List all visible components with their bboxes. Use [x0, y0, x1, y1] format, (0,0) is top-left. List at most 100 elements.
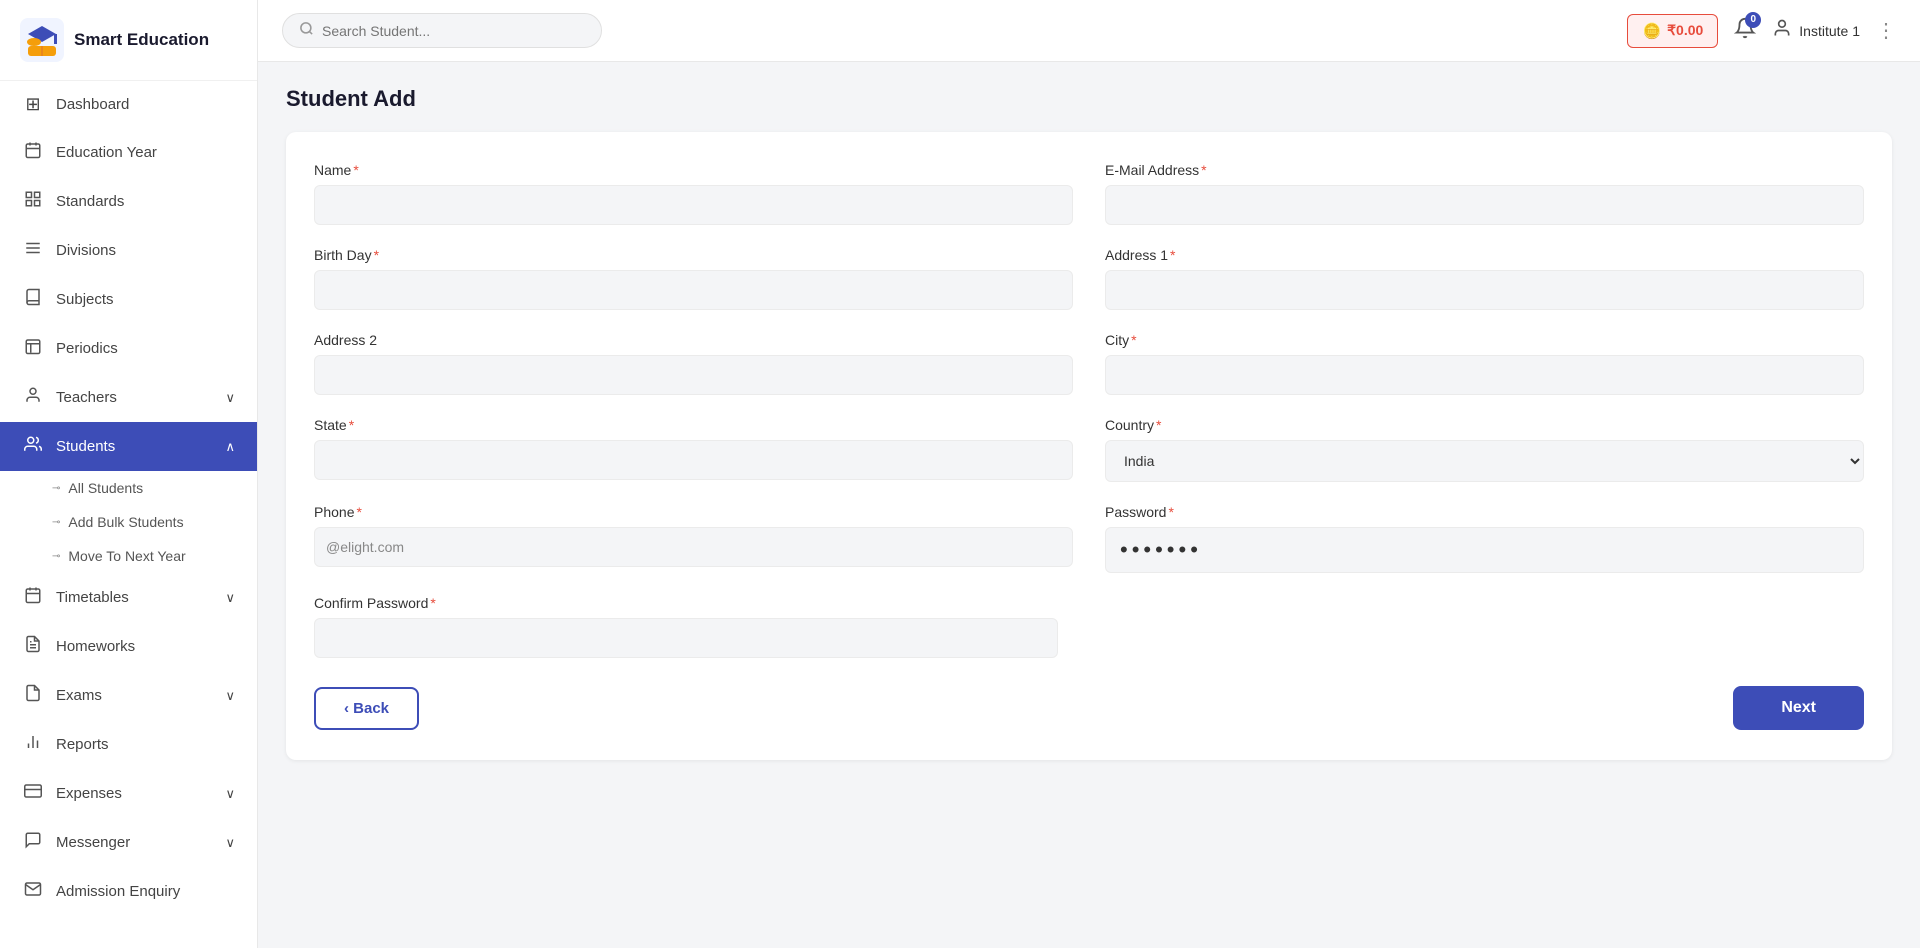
- calendar-icon: [22, 141, 44, 164]
- user-info[interactable]: Institute 1: [1772, 18, 1860, 44]
- city-input[interactable]: [1105, 355, 1864, 395]
- sidebar-item-students[interactable]: Students ∧: [0, 422, 257, 471]
- sidebar-item-expenses[interactable]: Expenses ∨: [0, 769, 257, 818]
- page-title: Student Add: [286, 86, 1892, 112]
- messenger-icon: [22, 831, 44, 854]
- sidebar-item-expenses-label: Expenses: [56, 785, 122, 802]
- address2-field-group: Address 2: [314, 332, 1073, 395]
- address1-required: *: [1170, 247, 1175, 263]
- birthday-input[interactable]: [314, 270, 1073, 310]
- notification-button[interactable]: 0: [1734, 17, 1756, 45]
- wallet-icon: 🪙: [1642, 22, 1661, 40]
- sidebar-item-standards[interactable]: Standards: [0, 177, 257, 226]
- timetables-icon: [22, 586, 44, 609]
- password-field-group: Password* •••••••: [1105, 504, 1864, 573]
- sidebar-item-standards-label: Standards: [56, 193, 124, 210]
- sidebar-item-dashboard-label: Dashboard: [56, 96, 129, 113]
- sidebar-item-timetables[interactable]: Timetables ∨: [0, 573, 257, 622]
- confirm-password-label: Confirm Password*: [314, 595, 1058, 611]
- sidebar-item-homeworks[interactable]: Homeworks: [0, 622, 257, 671]
- header-right: 🪙 ₹0.00 0 Institute 1 ⋮: [1627, 14, 1896, 48]
- sub-dot-icon: ⊸: [52, 483, 60, 494]
- exams-icon: [22, 684, 44, 707]
- exams-chevron-icon: ∨: [225, 688, 235, 704]
- sidebar-item-teachers[interactable]: Teachers ∨: [0, 373, 257, 422]
- email-field-group: E-Mail Address*: [1105, 162, 1864, 225]
- sidebar-item-subjects-label: Subjects: [56, 291, 114, 308]
- teachers-chevron-icon: ∨: [225, 390, 235, 406]
- country-select[interactable]: India USA UK Australia Canada: [1105, 440, 1864, 482]
- password-label: Password*: [1105, 504, 1864, 520]
- content-area: Student Add Name* E-Mail Address*: [258, 62, 1920, 948]
- sidebar-item-dashboard[interactable]: ⊞ Dashboard: [0, 81, 257, 128]
- reports-icon: [22, 733, 44, 756]
- state-input[interactable]: [314, 440, 1073, 480]
- sidebar-item-exams[interactable]: Exams ∨: [0, 671, 257, 720]
- form-grid: Name* E-Mail Address* Birth Day*: [314, 162, 1864, 658]
- more-options-button[interactable]: ⋮: [1876, 18, 1896, 43]
- confirm-password-input[interactable]: [314, 618, 1058, 658]
- messenger-chevron-icon: ∨: [225, 835, 235, 851]
- subjects-icon: [22, 288, 44, 311]
- sidebar-item-reports-label: Reports: [56, 736, 109, 753]
- back-button[interactable]: ‹ Back: [314, 687, 419, 730]
- sidebar-nav: ⊞ Dashboard Education Year Standards Div…: [0, 81, 257, 916]
- user-name: Institute 1: [1799, 23, 1860, 39]
- sidebar-subitem-move-to-next-year[interactable]: ⊸ Move To Next Year: [0, 539, 257, 573]
- phone-prefix: @elight.com: [326, 539, 404, 555]
- sidebar-item-reports[interactable]: Reports: [0, 720, 257, 769]
- email-required: *: [1201, 162, 1206, 178]
- address1-field-group: Address 1*: [1105, 247, 1864, 310]
- sub-dot-icon2: ⊸: [52, 517, 60, 528]
- homeworks-icon: [22, 635, 44, 658]
- expenses-icon: [22, 782, 44, 805]
- sidebar-item-timetables-label: Timetables: [56, 589, 129, 606]
- sidebar-item-admission-enquiry-label: Admission Enquiry: [56, 883, 180, 900]
- search-input[interactable]: [322, 23, 562, 39]
- dashboard-icon: ⊞: [22, 94, 44, 115]
- standards-icon: [22, 190, 44, 213]
- sidebar-subitem-all-students[interactable]: ⊸ All Students: [0, 471, 257, 505]
- sidebar-item-subjects[interactable]: Subjects: [0, 275, 257, 324]
- sidebar-item-education-year[interactable]: Education Year: [0, 128, 257, 177]
- email-label: E-Mail Address*: [1105, 162, 1864, 178]
- sidebar-subitem-add-bulk-students[interactable]: ⊸ Add Bulk Students: [0, 505, 257, 539]
- name-input[interactable]: [314, 185, 1073, 225]
- address1-input[interactable]: [1105, 270, 1864, 310]
- country-label: Country*: [1105, 417, 1864, 433]
- city-label: City*: [1105, 332, 1864, 348]
- sidebar-item-admission-enquiry[interactable]: Admission Enquiry: [0, 867, 257, 916]
- search-box[interactable]: [282, 13, 602, 48]
- address2-label: Address 2: [314, 332, 1073, 348]
- notification-badge: 0: [1745, 12, 1761, 28]
- password-display: •••••••: [1105, 527, 1864, 573]
- next-label: Next: [1781, 699, 1816, 716]
- sidebar-item-messenger-label: Messenger: [56, 834, 130, 851]
- sidebar-item-periodics[interactable]: Periodics: [0, 324, 257, 373]
- sub-dot-icon3: ⊸: [52, 551, 60, 562]
- password-required: *: [1168, 504, 1173, 520]
- user-icon: [1772, 18, 1792, 44]
- sidebar: Smart Education ⊞ Dashboard Education Ye…: [0, 0, 258, 948]
- sidebar-item-teachers-label: Teachers: [56, 389, 117, 406]
- sidebar-item-messenger[interactable]: Messenger ∨: [0, 818, 257, 867]
- sidebar-item-exams-label: Exams: [56, 687, 102, 704]
- city-required: *: [1131, 332, 1136, 348]
- birthday-label: Birth Day*: [314, 247, 1073, 263]
- email-input[interactable]: [1105, 185, 1864, 225]
- logo-icon: [20, 18, 64, 62]
- phone-input[interactable]: [314, 527, 1073, 567]
- next-button[interactable]: Next: [1733, 686, 1864, 730]
- city-field-group: City*: [1105, 332, 1864, 395]
- sidebar-item-homeworks-label: Homeworks: [56, 638, 135, 655]
- country-field-group: Country* India USA UK Australia Canada: [1105, 417, 1864, 482]
- sidebar-item-divisions[interactable]: Divisions: [0, 226, 257, 275]
- wallet-button[interactable]: 🪙 ₹0.00: [1627, 14, 1718, 48]
- divisions-icon: [22, 239, 44, 262]
- phone-input-wrapper: @elight.com: [314, 527, 1073, 567]
- sidebar-subitem-move-to-next-year-label: Move To Next Year: [68, 548, 185, 564]
- state-label: State*: [314, 417, 1073, 433]
- expenses-chevron-icon: ∨: [225, 786, 235, 802]
- address2-input[interactable]: [314, 355, 1073, 395]
- state-field-group: State*: [314, 417, 1073, 482]
